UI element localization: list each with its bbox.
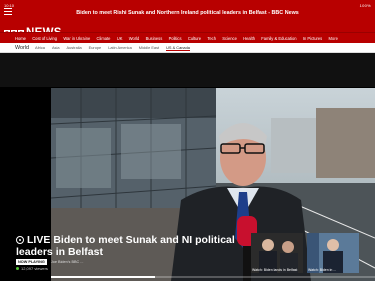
nav-item-business[interactable]: Business [146, 36, 163, 41]
nav-item-culture[interactable]: Culture [188, 36, 201, 41]
nav-item-more[interactable]: More [329, 36, 338, 41]
screen: 10:10 100% Biden to meet Rishi Sunak and… [0, 0, 375, 281]
headline-line-2: leaders in Belfast [16, 246, 103, 258]
nav-item-cost-of-living[interactable]: Cost of Living [32, 36, 57, 41]
video-progress-bar[interactable] [51, 276, 375, 278]
nav-item-home[interactable]: Home [15, 36, 26, 41]
subnav-item-latin-america[interactable]: Latin America [108, 45, 132, 50]
subnav-item-middle-east[interactable]: Middle East [139, 45, 159, 50]
nav-item-war-in-ukraine[interactable]: War in Ukraine [63, 36, 90, 41]
now-playing-badge: NOW PLAYING [16, 259, 47, 265]
thumbnail-image [251, 233, 303, 273]
battery-indicator: 100% [359, 3, 371, 8]
video-progress-fill [51, 276, 155, 278]
nav-item-climate[interactable]: Climate [97, 36, 111, 41]
nav-item-science[interactable]: Science [222, 36, 237, 41]
browser-status-bar: 10:10 100% Biden to meet Rishi Sunak and… [0, 0, 375, 24]
thumbnail-image [307, 233, 359, 273]
subnav-item-asia[interactable]: Asia [52, 45, 60, 50]
related-video-thumbnail[interactable]: Watch: Biden in ... [307, 233, 359, 273]
page-title: Biden to meet Rishi Sunak and Northern I… [76, 10, 299, 16]
nav-item-in-pictures[interactable]: In Pictures [303, 36, 322, 41]
thumbnail-caption: Watch: Biden lands in Belfast [252, 268, 298, 272]
viewers-icon [16, 267, 19, 270]
live-headline[interactable]: LIVE Biden to meet Sunak and NI politica… [16, 234, 246, 258]
nav-item-family-education[interactable]: Family & Education [261, 36, 296, 41]
viewer-count: 12,097 viewers [16, 266, 48, 271]
subnav-item-europe[interactable]: Europe [89, 45, 102, 50]
subnav-item-australia[interactable]: Australia [67, 45, 82, 50]
related-video-thumbnail[interactable]: Watch: Biden lands in Belfast [251, 233, 303, 273]
nav-item-politics[interactable]: Politics [169, 36, 182, 41]
section-title[interactable]: World [15, 45, 29, 51]
viewer-count-text: 12,097 viewers [21, 266, 48, 271]
nav-item-uk[interactable]: UK [117, 36, 123, 41]
nav-item-world[interactable]: World [129, 36, 140, 41]
now-playing-row: NOW PLAYING Joe Biden's BBC ... [16, 259, 83, 265]
subnav-item-us-canada[interactable]: US & Canada [166, 45, 190, 51]
page-background-strip [0, 53, 375, 87]
reporter-caption: Joe Biden's BBC ... [50, 260, 84, 264]
live-label: LIVE [27, 234, 51, 246]
main-navigation: Home Cost of Living War in Ukraine Clima… [0, 32, 375, 43]
subnav-item-africa[interactable]: Africa [35, 45, 45, 50]
thumbnail-caption: Watch: Biden in ... [308, 268, 337, 272]
nav-item-health[interactable]: Health [243, 36, 255, 41]
nav-item-tech[interactable]: Tech [207, 36, 216, 41]
headline-line-1: Biden to meet Sunak and NI political [53, 234, 235, 246]
live-icon [16, 236, 24, 244]
world-subnavigation: World Africa Asia Australia Europe Latin… [0, 43, 375, 53]
